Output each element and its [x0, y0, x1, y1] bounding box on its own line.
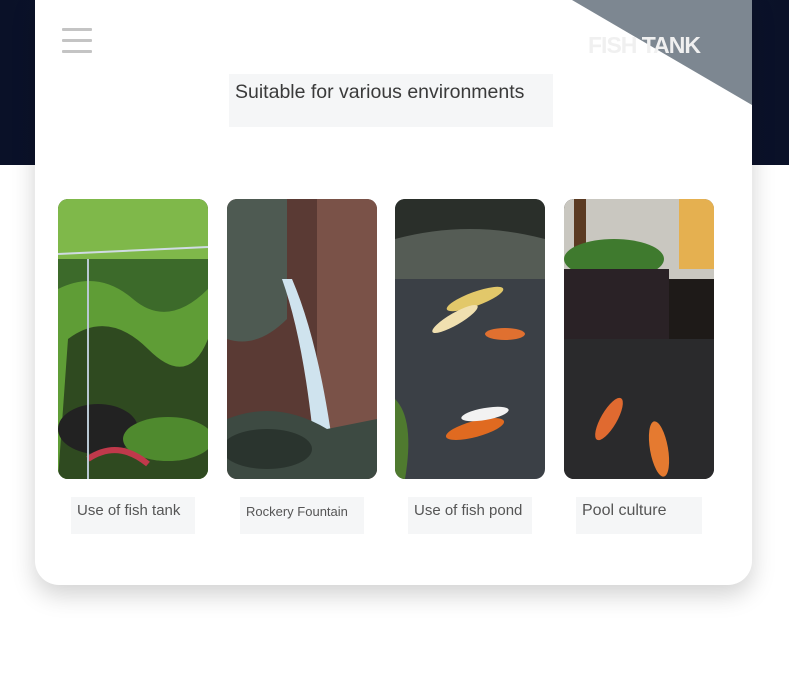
page-headline: Suitable for various environments	[235, 81, 525, 103]
caption-pool-culture: Pool culture	[582, 502, 667, 519]
caption-box-pool-culture: Pool culture	[576, 497, 702, 534]
fish-tank-photo	[58, 199, 208, 479]
hamburger-menu-icon[interactable]	[62, 28, 92, 54]
caption-fish-tank: Use of fish tank	[77, 502, 181, 519]
caption-box-fish-tank: Use of fish tank	[71, 497, 195, 534]
environment-card: FISH TANK Suitable for various environme…	[35, 0, 752, 585]
brand-title: FISH TANK	[588, 32, 701, 58]
caption-rockery-fountain: Rockery Fountain	[246, 504, 348, 519]
caption-box-fish-pond: Use of fish pond	[408, 497, 532, 534]
headline-box: Suitable for various environments	[229, 74, 553, 127]
caption-fish-pond: Use of fish pond	[414, 502, 523, 519]
fish-pond-photo	[395, 199, 545, 479]
pool-culture-photo	[564, 199, 714, 479]
caption-box-rockery-fountain: Rockery Fountain	[240, 497, 364, 534]
rockery-fountain-photo	[227, 199, 377, 479]
